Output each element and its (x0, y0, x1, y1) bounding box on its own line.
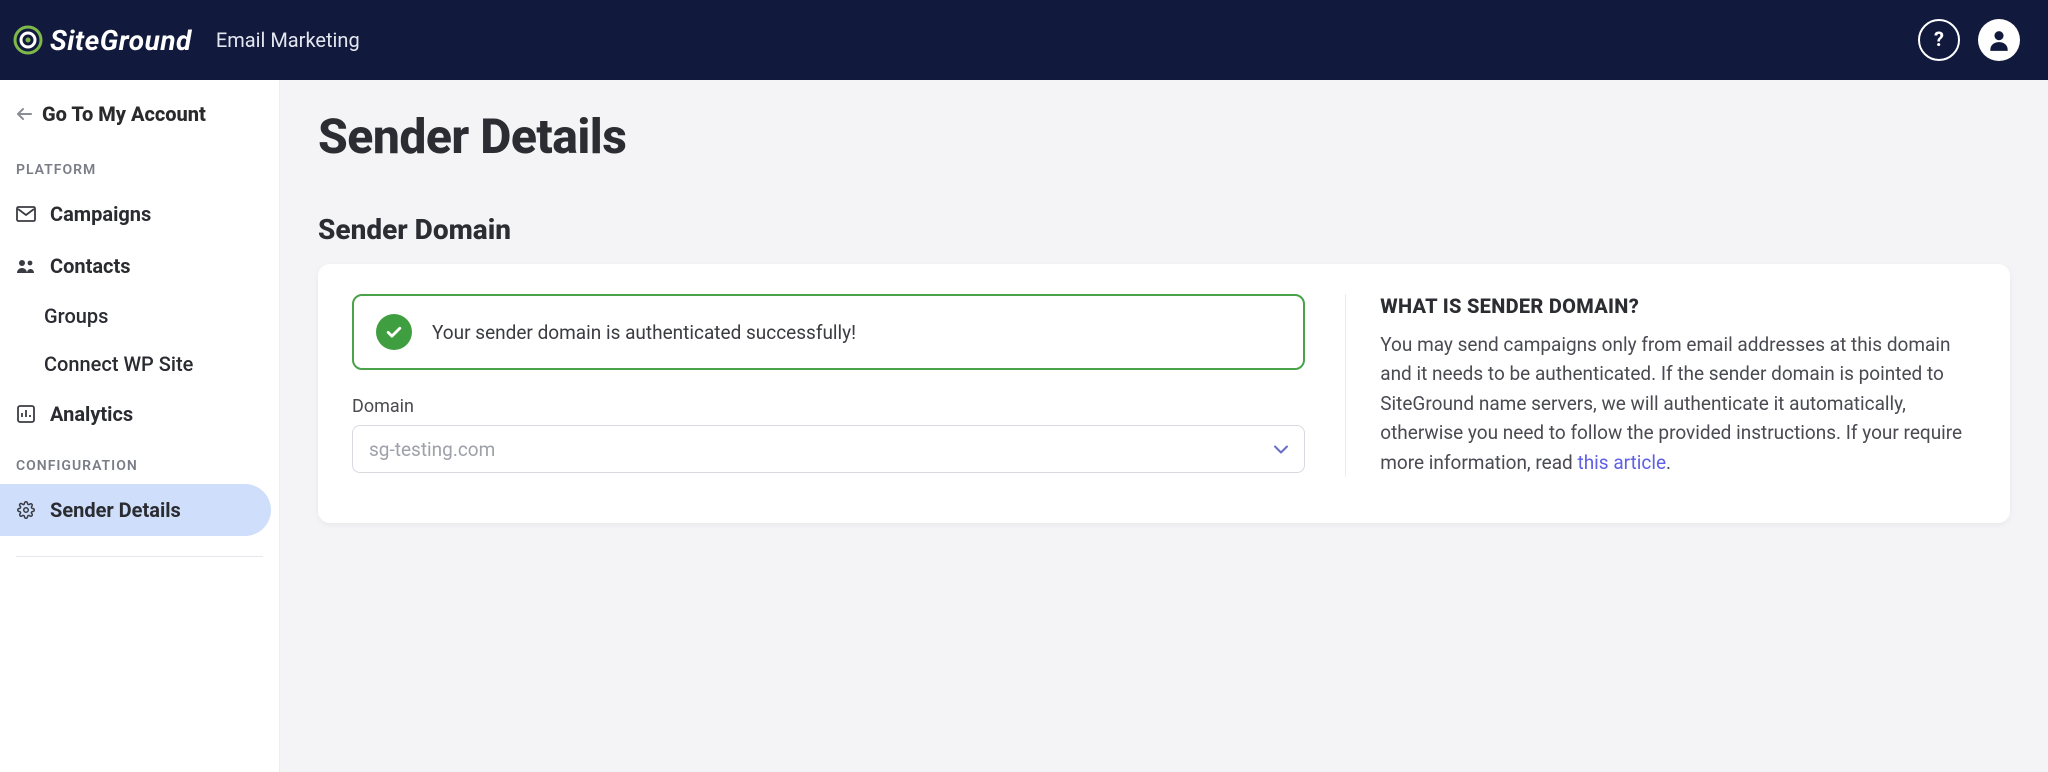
top-bar: SiteGround Email Marketing ? (0, 0, 2048, 80)
domain-select-value: sg-testing.com (352, 425, 1305, 473)
sidebar-item-label: Analytics (50, 402, 133, 426)
info-body: You may send campaigns only from email a… (1380, 333, 1962, 474)
sidebar-item-groups[interactable]: Groups (0, 292, 279, 340)
info-text: You may send campaigns only from email a… (1380, 330, 1976, 477)
main-content: Sender Details Sender Domain Your sender… (280, 80, 2048, 772)
sidebar-item-label: Sender Details (50, 498, 181, 522)
chart-icon (16, 404, 36, 424)
account-avatar-icon[interactable] (1978, 19, 2020, 61)
product-name: Email Marketing (216, 28, 360, 52)
info-panel: WHAT IS SENDER DOMAIN? You may send camp… (1345, 294, 1976, 477)
envelope-icon (16, 204, 36, 224)
card-main: Your sender domain is authenticated succ… (352, 294, 1305, 477)
svg-text:?: ? (1934, 29, 1944, 51)
sidebar-item-label: Connect WP Site (44, 352, 193, 376)
info-article-link[interactable]: this article (1578, 451, 1667, 474)
topbar-actions: ? (1918, 19, 2020, 61)
sidebar-section-configuration: CONFIGURATION (0, 440, 279, 484)
check-circle-icon (376, 314, 412, 350)
back-label: Go To My Account (42, 102, 206, 126)
page-title: Sender Details (318, 108, 2010, 165)
arrow-left-icon (16, 102, 32, 126)
gear-icon (16, 500, 36, 520)
brand-logo-icon (12, 24, 44, 56)
domain-field-label: Domain (352, 396, 1305, 417)
brand-name: SiteGround (50, 24, 192, 57)
sidebar-item-campaigns[interactable]: Campaigns (0, 188, 279, 240)
people-icon (16, 256, 36, 276)
sidebar-section-platform: PLATFORM (0, 144, 279, 188)
sidebar-item-contacts[interactable]: Contacts (0, 240, 279, 292)
help-icon[interactable]: ? (1918, 19, 1960, 61)
success-alert-text: Your sender domain is authenticated succ… (432, 321, 856, 344)
sender-domain-card: Your sender domain is authenticated succ… (318, 264, 2010, 523)
sidebar-divider (16, 556, 263, 557)
sidebar-item-label: Campaigns (50, 202, 151, 226)
brand-block: SiteGround (12, 24, 192, 57)
domain-select[interactable]: sg-testing.com (352, 425, 1305, 473)
info-body-end: . (1666, 451, 1671, 474)
sidebar-item-label: Groups (44, 304, 108, 328)
sidebar: Go To My Account PLATFORM Campaigns Cont… (0, 80, 280, 772)
sidebar-item-label: Contacts (50, 254, 131, 278)
chevron-down-icon (1273, 439, 1289, 460)
section-title-sender-domain: Sender Domain (318, 213, 2010, 246)
success-alert: Your sender domain is authenticated succ… (352, 294, 1305, 370)
sidebar-item-sender-details[interactable]: Sender Details (0, 484, 271, 536)
sidebar-item-analytics[interactable]: Analytics (0, 388, 279, 440)
back-to-account-link[interactable]: Go To My Account (0, 102, 279, 144)
sidebar-item-connect-wp[interactable]: Connect WP Site (0, 340, 279, 388)
info-heading: WHAT IS SENDER DOMAIN? (1380, 294, 1976, 318)
